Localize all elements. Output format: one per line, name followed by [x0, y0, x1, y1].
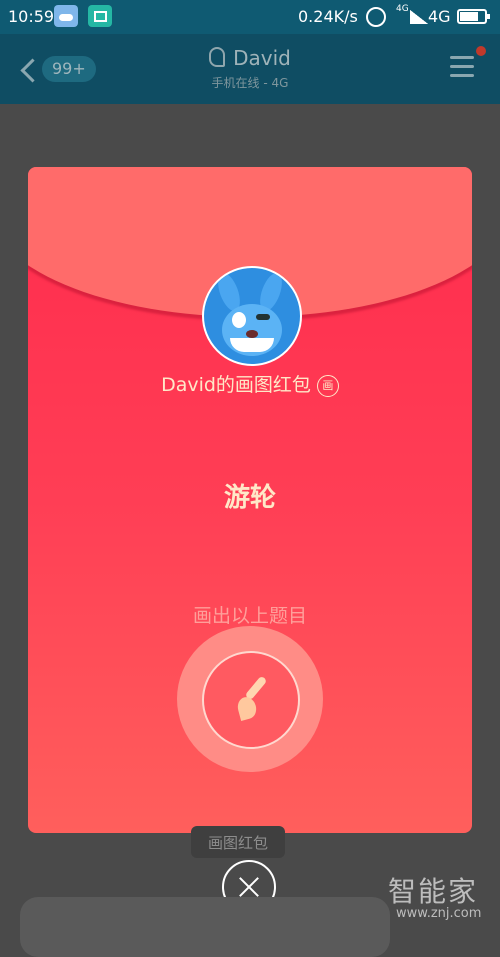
draw-button[interactable]	[202, 651, 300, 749]
packet-type-label: 画图红包	[191, 826, 285, 858]
contact-status: 手机在线 - 4G	[211, 76, 289, 90]
battery-icon	[457, 9, 490, 24]
scan-icon	[88, 5, 112, 27]
watermark-url: www.znj.com	[396, 906, 482, 921]
packet-title-row: David的画图红包画	[28, 370, 472, 397]
notification-dot	[476, 46, 486, 56]
hotspot-icon	[366, 7, 386, 27]
status-time: 10:59	[8, 7, 55, 26]
brush-icon	[234, 673, 274, 723]
avatar	[202, 266, 302, 366]
drawing-hint: 画出以上题目	[192, 605, 307, 627]
contact-name: David	[233, 46, 291, 70]
network-type: 4G	[428, 7, 451, 26]
network-type-small: 4G	[396, 4, 409, 14]
weather-icon	[54, 5, 78, 27]
draw-badge: 画	[316, 375, 339, 397]
chat-header: 99+ David 手机在线 - 4G	[0, 34, 500, 104]
packet-title: David的画图红包	[161, 374, 311, 396]
network-speed: 0.24K/s	[298, 7, 358, 26]
contact-name-row: David	[0, 46, 500, 70]
menu-icon[interactable]	[450, 56, 474, 78]
draw-button-ring	[177, 626, 323, 772]
ear-icon	[209, 47, 226, 67]
drawing-topic: 游轮	[223, 483, 276, 513]
status-bar: 10:59 0.24K/s 4G 4G	[0, 0, 500, 34]
red-packet-modal: David的画图红包画 游轮 画出以上题目	[28, 167, 472, 833]
signal-icon	[410, 10, 428, 24]
watermark-text: 智能家	[388, 875, 479, 908]
message-input-bar	[20, 897, 390, 957]
